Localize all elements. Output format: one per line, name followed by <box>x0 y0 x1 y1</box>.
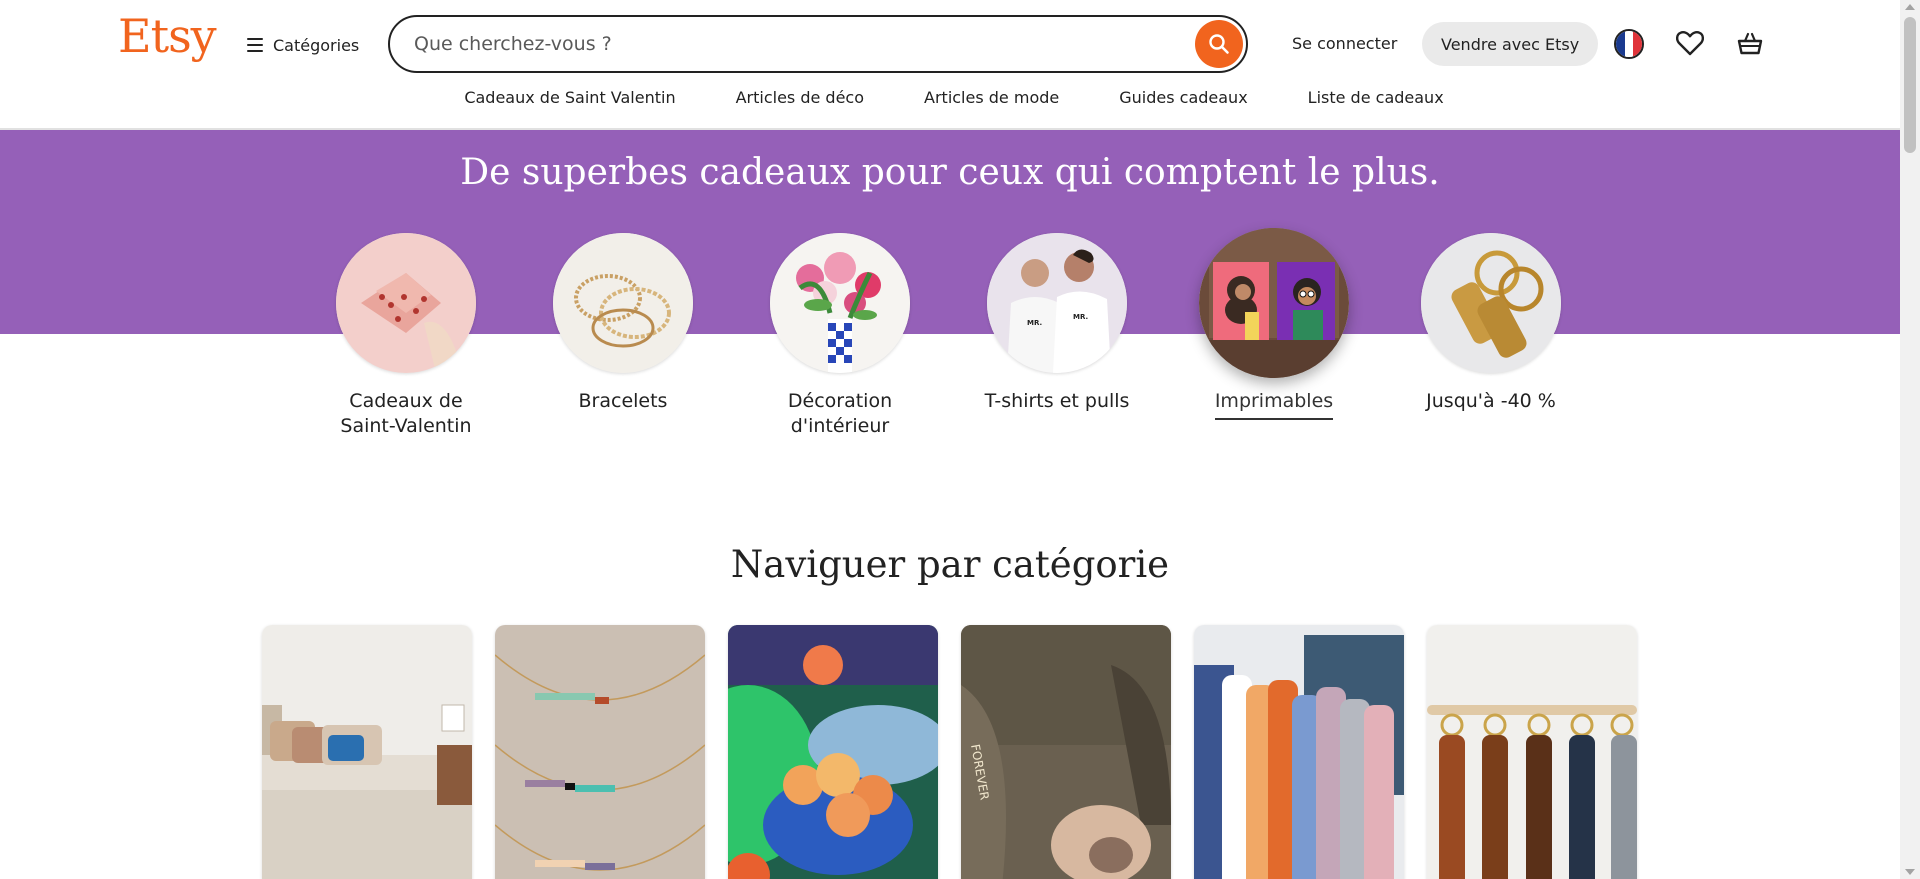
circle-label: T-shirts et pulls <box>984 390 1130 412</box>
nav-fashion-items[interactable]: Articles de mode <box>924 88 1059 107</box>
vertical-scrollbar[interactable] <box>1900 0 1920 879</box>
circle-label: Imprimables <box>1214 389 1334 420</box>
circle-image <box>553 233 693 373</box>
circle-label: Cadeaux de Saint-Valentin <box>340 390 472 437</box>
etsy-logo[interactable]: Etsy <box>118 13 217 59</box>
circle-image <box>770 233 910 373</box>
svg-text:MR.: MR. <box>1027 319 1042 327</box>
nav-valentine-gifts[interactable]: Cadeaux de Saint Valentin <box>464 88 675 107</box>
category-card-necklaces[interactable] <box>495 625 705 879</box>
hero-category-circles: Cadeaux de Saint-Valentin Bracelets Déco… <box>335 228 1562 439</box>
scroll-down-arrow-icon[interactable] <box>1905 869 1915 875</box>
search-input[interactable] <box>412 32 1176 56</box>
search-button[interactable] <box>1195 20 1243 68</box>
categories-label: Catégories <box>273 35 360 55</box>
category-card-art[interactable] <box>728 625 938 879</box>
secondary-nav: Cadeaux de Saint Valentin Articles de dé… <box>0 88 1900 107</box>
sell-on-etsy-button[interactable]: Vendre avec Etsy <box>1422 22 1599 66</box>
category-card-image <box>1427 625 1637 879</box>
sign-in-link[interactable]: Se connecter <box>1292 34 1397 53</box>
nav-decor-items[interactable]: Articles de déco <box>736 88 864 107</box>
category-card-image <box>728 625 938 879</box>
hamburger-icon <box>247 38 263 52</box>
nav-gift-guides[interactable]: Guides cadeaux <box>1119 88 1247 107</box>
category-card-bedding[interactable] <box>262 625 472 879</box>
category-card-clothing[interactable]: FOREVER <box>961 625 1171 879</box>
scroll-up-arrow-icon[interactable] <box>1905 4 1915 10</box>
search-icon <box>1209 34 1229 54</box>
scrollbar-thumb[interactable] <box>1904 17 1916 153</box>
circle-label: Décoration d'intérieur <box>787 390 893 437</box>
circle-up-to-40-off[interactable]: Jusqu'à -40 % <box>1420 233 1562 439</box>
circle-label: Bracelets <box>578 390 668 412</box>
category-card-keychains[interactable] <box>1427 625 1637 879</box>
cart-icon[interactable] <box>1736 30 1764 58</box>
heart-icon[interactable] <box>1675 29 1705 57</box>
hero-title: De superbes cadeaux pour ceux qui compte… <box>460 152 1440 193</box>
circle-tshirts-sweaters[interactable]: MR. MR. T-shirts et pulls <box>985 233 1129 439</box>
circle-bracelets[interactable]: Bracelets <box>552 233 694 439</box>
category-card-image <box>495 625 705 879</box>
category-cards: FOREVER <box>262 625 1637 879</box>
circle-image <box>1421 233 1561 373</box>
nav-gift-list[interactable]: Liste de cadeaux <box>1308 88 1444 107</box>
circle-image <box>1199 228 1349 378</box>
category-card-image <box>1194 625 1404 879</box>
category-card-image: FOREVER <box>961 625 1171 879</box>
search-bar <box>388 15 1248 73</box>
france-flag-icon[interactable] <box>1614 29 1644 59</box>
category-card-image <box>262 625 472 879</box>
categories-menu-button[interactable]: Catégories <box>247 30 359 60</box>
circle-home-decor[interactable]: Décoration d'intérieur <box>769 233 911 439</box>
circle-label: Jusqu'à -40 % <box>1426 390 1556 412</box>
circle-image <box>336 233 476 373</box>
circle-printables[interactable]: Imprimables <box>1199 228 1349 439</box>
circle-image: MR. MR. <box>987 233 1127 373</box>
circle-valentine-gifts[interactable]: Cadeaux de Saint-Valentin <box>335 233 477 439</box>
browse-by-category-title: Naviguer par catégorie <box>730 543 1170 586</box>
category-card-leather[interactable] <box>1194 625 1404 879</box>
page: Etsy Catégories Se connecter Vendre avec… <box>0 0 1900 879</box>
svg-text:MR.: MR. <box>1073 313 1088 321</box>
